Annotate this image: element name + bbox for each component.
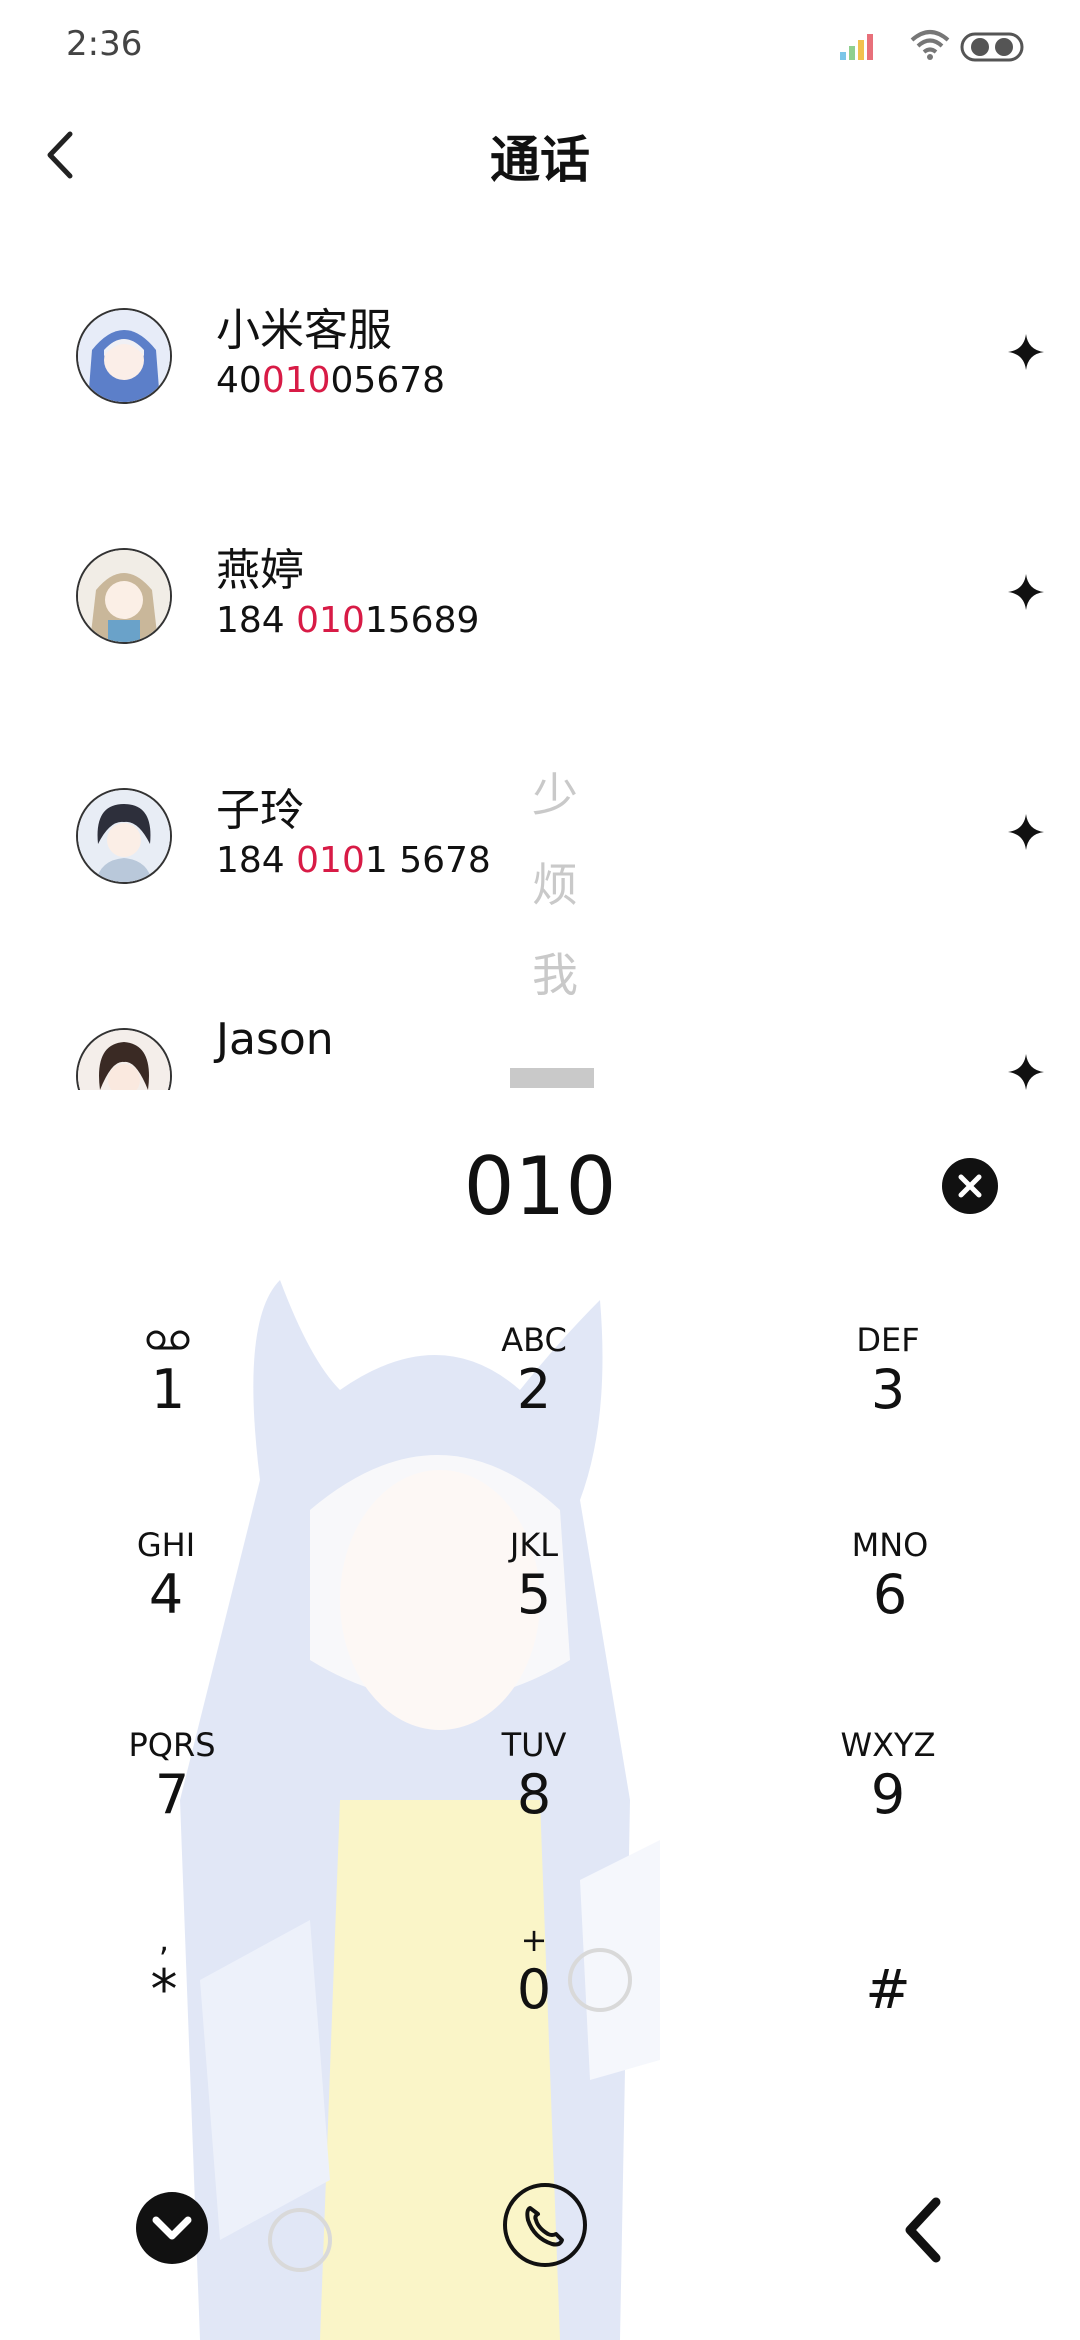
key-digit: 6 [872, 1563, 908, 1626]
key-letters: TUV [501, 1726, 567, 1764]
key-digit: 5 [516, 1563, 552, 1626]
key-8[interactable]: TUV 8 [434, 1725, 634, 1875]
key-letters: PQRS [128, 1726, 216, 1764]
key-digit: * [150, 1958, 178, 2021]
call-button[interactable] [500, 2180, 590, 2270]
key-letters: WXYZ [840, 1726, 936, 1764]
backspace-button[interactable] [886, 2190, 966, 2270]
key-letters: + [520, 1921, 548, 1959]
key-letters: ABC [501, 1321, 567, 1359]
index-handle[interactable] [510, 1068, 594, 1088]
side-index[interactable]: 少 烦 我 [520, 750, 590, 1020]
key-digit: 7 [154, 1763, 190, 1826]
sparkle-icon[interactable] [1006, 332, 1046, 372]
key-3[interactable]: DEF 3 [788, 1320, 988, 1470]
key-digit: 3 [870, 1358, 906, 1421]
avatar [76, 548, 172, 644]
key-5[interactable]: JKL 5 [434, 1525, 634, 1675]
key-letters: JKL [509, 1526, 559, 1564]
voicemail-icon [146, 1330, 190, 1350]
key-6[interactable]: MNO 6 [790, 1525, 990, 1675]
index-char: 少 [532, 768, 578, 822]
collapse-keypad-button[interactable] [132, 2188, 212, 2268]
contact-number: 184 0101 5678 [216, 840, 491, 881]
key-1[interactable]: 1 [68, 1320, 268, 1470]
key-2[interactable]: ABC 2 [434, 1320, 634, 1470]
contact-number: 184 01015689 [216, 600, 480, 641]
signal-icon [840, 34, 873, 60]
contact-row[interactable]: 小米客服 4001005678 [0, 260, 1080, 500]
index-char: 我 [532, 948, 578, 1002]
wifi-icon [910, 30, 950, 60]
key-digit: 8 [516, 1763, 552, 1826]
status-time: 2:36 [66, 24, 143, 64]
key-letters: DEF [856, 1321, 920, 1359]
key-hash[interactable]: # [788, 1920, 988, 2070]
contact-number: 4001005678 [216, 360, 446, 401]
sparkle-icon[interactable] [1006, 1052, 1046, 1090]
contact-row[interactable]: 燕婷 184 01015689 [0, 500, 1080, 740]
status-bar: 2:36 [0, 0, 1080, 90]
key-digit: 9 [870, 1763, 906, 1826]
key-digit: # [865, 1958, 911, 2021]
key-digit: 0 [516, 1958, 552, 2021]
key-digit: 4 [148, 1563, 184, 1626]
sparkle-icon[interactable] [1006, 572, 1046, 612]
key-letters: MNO [851, 1526, 929, 1564]
key-4[interactable]: GHI 4 [66, 1525, 266, 1675]
avatar [76, 788, 172, 884]
avatar [76, 308, 172, 404]
contact-name: 子玲 [216, 785, 304, 836]
key-0[interactable]: + 0 [434, 1920, 634, 2070]
key-digit: 2 [516, 1358, 552, 1421]
key-digit: 1 [150, 1358, 186, 1421]
key-star[interactable]: , * [64, 1920, 264, 2070]
battery-icon [960, 32, 1024, 62]
key-letters: GHI [136, 1526, 196, 1564]
contact-name: 小米客服 [216, 305, 392, 356]
avatar [76, 1028, 172, 1090]
header: 通话 [0, 100, 1080, 210]
clear-button[interactable] [940, 1156, 1000, 1216]
dialed-number: 010 [463, 1140, 617, 1233]
key-letters: , [158, 1921, 170, 1959]
key-9[interactable]: WXYZ 9 [788, 1725, 988, 1875]
page-title: 通话 [490, 131, 590, 189]
sparkle-icon[interactable] [1006, 812, 1046, 852]
index-char: 烦 [532, 858, 578, 912]
key-7[interactable]: PQRS 7 [72, 1725, 272, 1875]
key-letters [788, 1920, 988, 1960]
contact-name: Jason [216, 1014, 334, 1065]
contact-name: 燕婷 [216, 545, 304, 596]
key-letters [68, 1320, 268, 1360]
